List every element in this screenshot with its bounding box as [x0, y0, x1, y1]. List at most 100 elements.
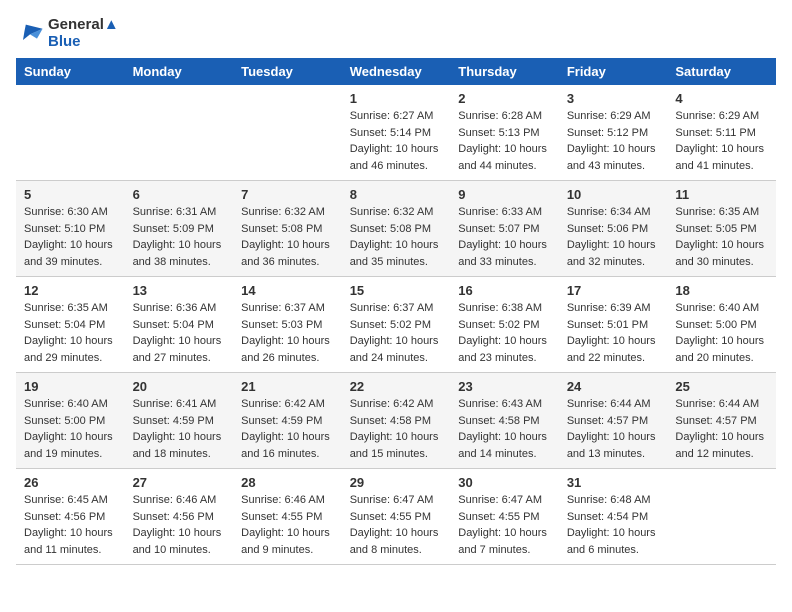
calendar-cell: 18Sunrise: 6:40 AMSunset: 5:00 PMDayligh…: [667, 277, 776, 373]
day-info: Sunrise: 6:35 AMSunset: 5:05 PMDaylight:…: [675, 204, 768, 270]
day-number: 1: [350, 91, 443, 106]
calendar-cell: 5 Sunrise: 6:30 AMSunset: 5:10 PMDaylight…: [16, 181, 125, 277]
column-header-thursday: Thursday: [450, 58, 559, 85]
day-info: Sunrise: 6:35 AMSunset: 5:04 PMDaylight:…: [24, 300, 117, 366]
day-number: 25: [675, 379, 768, 394]
day-info: Sunrise: 6:32 AMSunset: 5:08 PMDaylight:…: [350, 204, 443, 270]
calendar-header-row: SundayMondayTuesdayWednesdayThursdayFrid…: [16, 58, 776, 85]
column-header-tuesday: Tuesday: [233, 58, 342, 85]
day-info: Sunrise: 6:32 AMSunset: 5:08 PMDaylight:…: [241, 204, 334, 270]
day-info: Sunrise: 6:28 AMSunset: 5:13 PMDaylight:…: [458, 108, 551, 174]
day-info: Sunrise: 6:30 AMSunset: 5:10 PMDaylight:…: [24, 204, 117, 270]
calendar-cell: 8 Sunrise: 6:32 AMSunset: 5:08 PMDaylight…: [342, 181, 451, 277]
day-info: Sunrise: 6:46 AMSunset: 4:56 PMDaylight:…: [133, 492, 226, 558]
day-number: 3: [567, 91, 660, 106]
calendar-cell: 25 Sunrise: 6:44 AMSunset: 4:57 PMDayligh…: [667, 373, 776, 469]
day-info: Sunrise: 6:38 AMSunset: 5:02 PMDaylight:…: [458, 300, 551, 366]
day-info: Sunrise: 6:47 AMSunset: 4:55 PMDaylight:…: [458, 492, 551, 558]
day-number: 24: [567, 379, 660, 394]
calendar-cell: 28 Sunrise: 6:46 AMSunset: 4:55 PMDayligh…: [233, 469, 342, 565]
logo-text: General▲ Blue: [48, 16, 119, 50]
calendar-week-row: 19 Sunrise: 6:40 AMSunset: 5:00 PMDayligh…: [16, 373, 776, 469]
day-info: Sunrise: 6:29 AMSunset: 5:12 PMDaylight:…: [567, 108, 660, 174]
day-number: 20: [133, 379, 226, 394]
calendar-cell: 19 Sunrise: 6:40 AMSunset: 5:00 PMDayligh…: [16, 373, 125, 469]
day-number: 11: [675, 187, 768, 202]
calendar-cell: 21Sunrise: 6:42 AMSunset: 4:59 PMDayligh…: [233, 373, 342, 469]
day-info: Sunrise: 6:34 AMSunset: 5:06 PMDaylight:…: [567, 204, 660, 270]
day-number: 31: [567, 475, 660, 490]
calendar-cell: 17 Sunrise: 6:39 AMSunset: 5:01 PMDayligh…: [559, 277, 668, 373]
calendar-cell: 22 Sunrise: 6:42 AMSunset: 4:58 PMDayligh…: [342, 373, 451, 469]
column-header-sunday: Sunday: [16, 58, 125, 85]
calendar-cell: 31 Sunrise: 6:48 AMSunset: 4:54 PMDayligh…: [559, 469, 668, 565]
calendar-cell: 29 Sunrise: 6:47 AMSunset: 4:55 PMDayligh…: [342, 469, 451, 565]
day-number: 22: [350, 379, 443, 394]
calendar-cell: 14Sunrise: 6:37 AMSunset: 5:03 PMDayligh…: [233, 277, 342, 373]
calendar-cell: [125, 85, 234, 181]
logo: General▲ Blue: [16, 16, 119, 50]
day-number: 10: [567, 187, 660, 202]
calendar-cell: 6 Sunrise: 6:31 AMSunset: 5:09 PMDaylight…: [125, 181, 234, 277]
calendar-cell: 7 Sunrise: 6:32 AMSunset: 5:08 PMDaylight…: [233, 181, 342, 277]
page-header: General▲ Blue: [16, 16, 776, 50]
day-info: Sunrise: 6:27 AMSunset: 5:14 PMDaylight:…: [350, 108, 443, 174]
day-info: Sunrise: 6:44 AMSunset: 4:57 PMDaylight:…: [675, 396, 768, 462]
calendar-cell: [16, 85, 125, 181]
day-number: 7: [241, 187, 334, 202]
calendar-cell: 9 Sunrise: 6:33 AMSunset: 5:07 PMDaylight…: [450, 181, 559, 277]
day-info: Sunrise: 6:37 AMSunset: 5:02 PMDaylight:…: [350, 300, 443, 366]
calendar-cell: 24 Sunrise: 6:44 AMSunset: 4:57 PMDayligh…: [559, 373, 668, 469]
day-info: Sunrise: 6:39 AMSunset: 5:01 PMDaylight:…: [567, 300, 660, 366]
day-info: Sunrise: 6:46 AMSunset: 4:55 PMDaylight:…: [241, 492, 334, 558]
calendar-cell: 11 Sunrise: 6:35 AMSunset: 5:05 PMDayligh…: [667, 181, 776, 277]
calendar-week-row: 26Sunrise: 6:45 AMSunset: 4:56 PMDayligh…: [16, 469, 776, 565]
day-info: Sunrise: 6:45 AMSunset: 4:56 PMDaylight:…: [24, 492, 117, 558]
calendar-cell: 4Sunrise: 6:29 AMSunset: 5:11 PMDaylight…: [667, 85, 776, 181]
day-info: Sunrise: 6:40 AMSunset: 5:00 PMDaylight:…: [24, 396, 117, 462]
day-number: 17: [567, 283, 660, 298]
calendar-cell: 27 Sunrise: 6:46 AMSunset: 4:56 PMDayligh…: [125, 469, 234, 565]
column-header-monday: Monday: [125, 58, 234, 85]
calendar-cell: 30Sunrise: 6:47 AMSunset: 4:55 PMDayligh…: [450, 469, 559, 565]
calendar-cell: 15 Sunrise: 6:37 AMSunset: 5:02 PMDayligh…: [342, 277, 451, 373]
day-number: 28: [241, 475, 334, 490]
day-number: 15: [350, 283, 443, 298]
calendar-cell: [233, 85, 342, 181]
calendar-cell: 2Sunrise: 6:28 AMSunset: 5:13 PMDaylight…: [450, 85, 559, 181]
day-info: Sunrise: 6:42 AMSunset: 4:58 PMDaylight:…: [350, 396, 443, 462]
day-number: 9: [458, 187, 551, 202]
day-info: Sunrise: 6:31 AMSunset: 5:09 PMDaylight:…: [133, 204, 226, 270]
logo-icon: [16, 19, 44, 47]
day-number: 5: [24, 187, 117, 202]
day-number: 8: [350, 187, 443, 202]
day-info: Sunrise: 6:40 AMSunset: 5:00 PMDaylight:…: [675, 300, 768, 366]
day-number: 23: [458, 379, 551, 394]
calendar-week-row: 12 Sunrise: 6:35 AMSunset: 5:04 PMDayligh…: [16, 277, 776, 373]
day-number: 29: [350, 475, 443, 490]
day-info: Sunrise: 6:47 AMSunset: 4:55 PMDaylight:…: [350, 492, 443, 558]
day-number: 27: [133, 475, 226, 490]
day-number: 16: [458, 283, 551, 298]
day-number: 12: [24, 283, 117, 298]
calendar-cell: 23 Sunrise: 6:43 AMSunset: 4:58 PMDayligh…: [450, 373, 559, 469]
day-info: Sunrise: 6:41 AMSunset: 4:59 PMDaylight:…: [133, 396, 226, 462]
calendar-cell: 12 Sunrise: 6:35 AMSunset: 5:04 PMDayligh…: [16, 277, 125, 373]
column-header-wednesday: Wednesday: [342, 58, 451, 85]
day-number: 14: [241, 283, 334, 298]
calendar-cell: 13Sunrise: 6:36 AMSunset: 5:04 PMDayligh…: [125, 277, 234, 373]
day-number: 6: [133, 187, 226, 202]
calendar-cell: 3 Sunrise: 6:29 AMSunset: 5:12 PMDaylight…: [559, 85, 668, 181]
day-number: 19: [24, 379, 117, 394]
column-header-friday: Friday: [559, 58, 668, 85]
day-info: Sunrise: 6:33 AMSunset: 5:07 PMDaylight:…: [458, 204, 551, 270]
calendar-week-row: 1 Sunrise: 6:27 AMSunset: 5:14 PMDaylight…: [16, 85, 776, 181]
day-info: Sunrise: 6:44 AMSunset: 4:57 PMDaylight:…: [567, 396, 660, 462]
day-info: Sunrise: 6:43 AMSunset: 4:58 PMDaylight:…: [458, 396, 551, 462]
day-info: Sunrise: 6:42 AMSunset: 4:59 PMDaylight:…: [241, 396, 334, 462]
calendar-cell: 16 Sunrise: 6:38 AMSunset: 5:02 PMDayligh…: [450, 277, 559, 373]
calendar-table: SundayMondayTuesdayWednesdayThursdayFrid…: [16, 58, 776, 565]
day-info: Sunrise: 6:48 AMSunset: 4:54 PMDaylight:…: [567, 492, 660, 558]
calendar-week-row: 5 Sunrise: 6:30 AMSunset: 5:10 PMDaylight…: [16, 181, 776, 277]
calendar-cell: 1 Sunrise: 6:27 AMSunset: 5:14 PMDaylight…: [342, 85, 451, 181]
